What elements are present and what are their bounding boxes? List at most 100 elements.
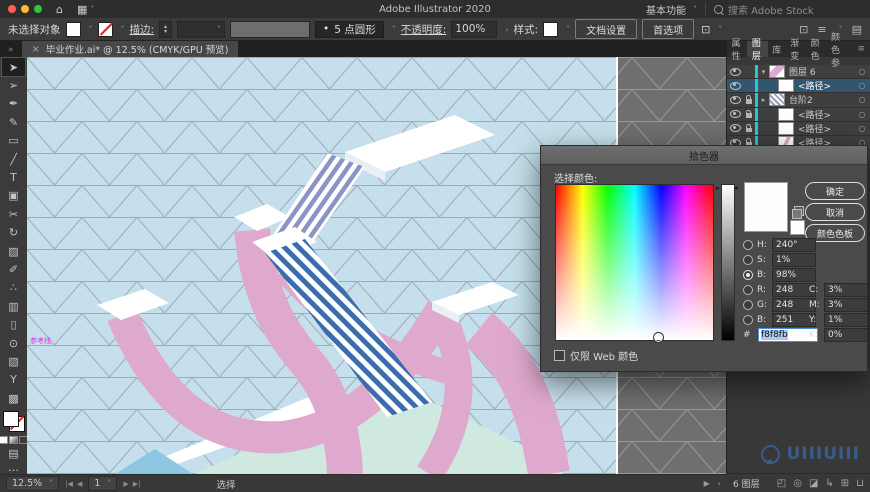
- out-of-web-gamut-icon[interactable]: [792, 206, 804, 219]
- cancel-button[interactable]: 取消: [805, 203, 865, 221]
- disclosure-icon[interactable]: ▸: [758, 96, 769, 104]
- scissors-tool[interactable]: ✂: [2, 205, 25, 223]
- preferences-button[interactable]: 首选项: [642, 19, 695, 39]
- artboard-number-dropdown[interactable]: 1 ˅: [88, 476, 118, 491]
- tab-库[interactable]: 库: [768, 41, 786, 57]
- fill-color-swatch[interactable]: [2, 411, 19, 428]
- layer-row[interactable]: ▸ 台阶2 ○: [727, 93, 870, 108]
- tab-属性[interactable]: 属性: [727, 39, 747, 62]
- visibility-cell[interactable]: [727, 95, 743, 104]
- picker-value-input[interactable]: 3%: [824, 282, 868, 297]
- picker-value-input[interactable]: 3%: [824, 297, 868, 312]
- color-button[interactable]: [0, 435, 8, 444]
- more-tools-icon[interactable]: …: [2, 460, 25, 475]
- radio-R[interactable]: [743, 284, 753, 295]
- stock-search-input[interactable]: 搜索 Adobe Stock: [714, 2, 864, 17]
- visibility-cell[interactable]: [727, 110, 743, 119]
- stroke-weight-stepper[interactable]: ▴ ▾: [159, 20, 173, 38]
- lock-cell[interactable]: [743, 95, 755, 104]
- picker-value-input[interactable]: 1%: [824, 312, 868, 327]
- brightness-slider[interactable]: [721, 184, 735, 341]
- rectangle-tool[interactable]: ▭: [2, 132, 25, 150]
- document-layout-icon[interactable]: ≡: [817, 23, 826, 36]
- web-safe-swatch[interactable]: [790, 220, 805, 235]
- brush-definition-dropdown[interactable]: • 5 点圆形: [315, 20, 384, 38]
- fill-chevron-icon[interactable]: ˅: [89, 25, 93, 34]
- stepper-down-icon[interactable]: ▾: [164, 29, 167, 35]
- radio-G[interactable]: [743, 299, 753, 310]
- selection-tool[interactable]: ➤: [1, 56, 26, 78]
- target-icon[interactable]: ○: [854, 67, 870, 76]
- direct-selection-tool[interactable]: ➢: [2, 76, 25, 94]
- first-artboard-icon[interactable]: |◀: [65, 480, 73, 488]
- pen-tool[interactable]: ✒: [2, 95, 25, 113]
- opacity-input[interactable]: 100%: [451, 20, 498, 38]
- gradient-button[interactable]: [9, 435, 18, 444]
- slider-arrow-right-icon[interactable]: ◂: [734, 185, 738, 192]
- options-chevron-icon[interactable]: ˅: [718, 25, 722, 34]
- style-chevron-icon[interactable]: ˅: [566, 25, 570, 34]
- visibility-cell[interactable]: [727, 81, 743, 90]
- new-layer-icon[interactable]: ⊞: [841, 478, 849, 489]
- picker-value-input[interactable]: 1%: [772, 252, 816, 267]
- target-icon[interactable]: ○: [854, 124, 870, 133]
- visibility-cell[interactable]: [727, 67, 743, 76]
- tab-图层[interactable]: 图层: [747, 39, 768, 62]
- radio-S[interactable]: [743, 254, 753, 265]
- picker-value-input[interactable]: 98%: [772, 267, 816, 282]
- web-colors-only-checkbox[interactable]: [554, 350, 565, 361]
- tab-颜色[interactable]: 颜色: [806, 39, 826, 62]
- artboard-tool[interactable]: ▧: [2, 352, 25, 370]
- scroll-left-icon[interactable]: ‹: [718, 479, 721, 488]
- opacity-label[interactable]: 不透明度:: [401, 22, 447, 37]
- target-icon[interactable]: ○: [854, 110, 870, 119]
- draw-mode-icon[interactable]: ▤: [2, 446, 25, 461]
- anchor-point-tool[interactable]: Y: [2, 371, 25, 389]
- eyedropper-tool[interactable]: ✐: [2, 260, 25, 278]
- layout-icon[interactable]: ▦: [77, 4, 87, 15]
- color-field-marker[interactable]: [653, 332, 665, 343]
- fill-swatch[interactable]: [65, 21, 81, 37]
- symbol-sprayer-tool[interactable]: ∴: [2, 279, 25, 297]
- rotate-tool[interactable]: ↻: [2, 224, 25, 242]
- make-mask-icon[interactable]: ◪: [809, 478, 818, 489]
- disclosure-icon[interactable]: ▾: [758, 68, 769, 76]
- opacity-chevron-icon[interactable]: ›: [505, 25, 508, 34]
- document-setup-button[interactable]: 文档设置: [575, 19, 638, 39]
- lock-cell[interactable]: [743, 109, 755, 118]
- workspace-switcher[interactable]: 基本功能 ˅: [646, 2, 697, 17]
- asset-export-tool[interactable]: ▩: [2, 389, 25, 407]
- curvature-tool[interactable]: ✎: [2, 113, 25, 131]
- arrange-documents-icon[interactable]: ⊡: [799, 23, 808, 36]
- panel-list-icon[interactable]: ▤: [852, 23, 862, 36]
- slice-tool[interactable]: ▯: [2, 315, 25, 333]
- delete-icon[interactable]: ⊔: [856, 478, 864, 489]
- maximize-window-button[interactable]: [34, 5, 42, 13]
- home-icon[interactable]: ⌂: [56, 4, 63, 15]
- shape-builder-tool[interactable]: ▣: [2, 187, 25, 205]
- radio-B[interactable]: [743, 314, 753, 325]
- picker-value-input[interactable]: 240°: [772, 237, 816, 252]
- graph-tool[interactable]: ▥: [2, 297, 25, 315]
- layer-row[interactable]: <路径> ○: [727, 107, 870, 122]
- document-tab[interactable]: × 毕业作业.ai* @ 12.5% (CMYK/GPU 预览): [21, 41, 239, 57]
- tab-渐变[interactable]: 渐变: [786, 39, 806, 62]
- next-artboard-icon[interactable]: ▶: [123, 480, 128, 488]
- visibility-cell[interactable]: [727, 124, 743, 133]
- layer-row[interactable]: <路径> ○: [727, 121, 870, 136]
- minimize-window-button[interactable]: [21, 5, 29, 13]
- stroke-weight-dropdown[interactable]: ˅: [177, 20, 226, 38]
- close-window-button[interactable]: [8, 5, 16, 13]
- slider-arrow-left-icon[interactable]: ▸: [716, 185, 720, 192]
- brush-chevron-icon[interactable]: ˅: [392, 25, 396, 34]
- collapse-dock-icon[interactable]: »: [8, 45, 14, 55]
- zoom-tool[interactable]: ⊙: [2, 334, 25, 352]
- variable-width-profile-dropdown[interactable]: [230, 20, 311, 38]
- zoom-level-dropdown[interactable]: 12.5% ˅: [6, 476, 60, 491]
- layout-chevron-icon[interactable]: ˅: [90, 5, 94, 14]
- target-icon[interactable]: ○: [854, 81, 870, 90]
- radio-H[interactable]: [743, 239, 753, 250]
- stroke-chevron-icon[interactable]: ˅: [121, 25, 125, 34]
- last-artboard-icon[interactable]: ▶|: [133, 480, 141, 488]
- stroke-weight-label[interactable]: 描边:: [130, 22, 155, 37]
